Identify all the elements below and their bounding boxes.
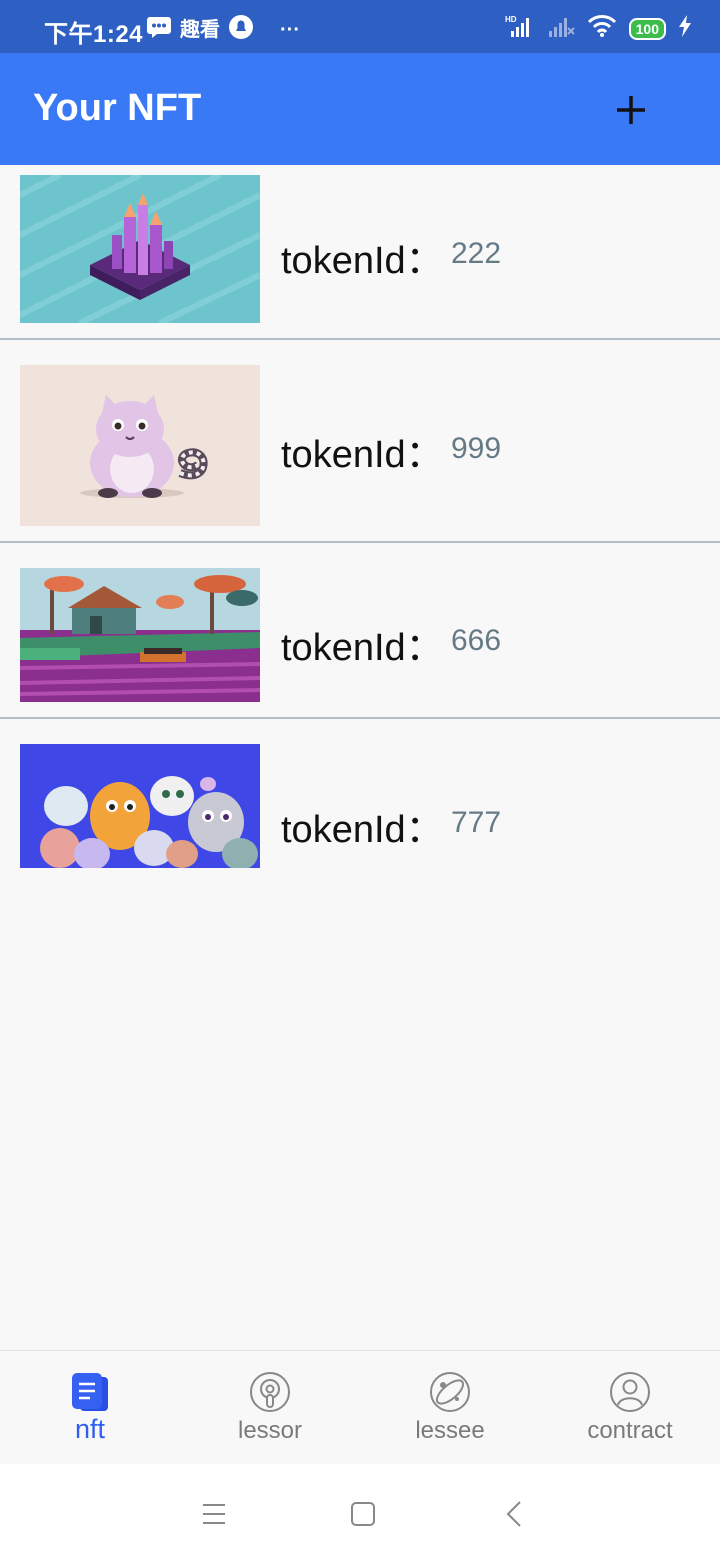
nav-tab-lessor[interactable]: lessor <box>180 1351 360 1465</box>
nav-label: lessee <box>415 1417 485 1444</box>
nft-image-voxel-landscape <box>20 568 260 702</box>
nav-tab-lessee[interactable]: lessee <box>360 1351 540 1465</box>
status-bar: 下午1:24 趣看 ··· HD 100 <box>0 0 720 53</box>
token-id-value: 999 <box>451 432 502 465</box>
nav-label: nft <box>74 1414 106 1444</box>
token-id-label: tokenId： <box>281 240 444 282</box>
nft-image-cryptokitties-group <box>20 744 260 868</box>
nav-label: lessor <box>237 1417 303 1444</box>
token-id-label: tokenId： <box>281 809 444 851</box>
nft-list: tokenId： 222 tokenId： 999 tokenId： 666 t… <box>0 165 720 879</box>
status-time: 下午1:24 <box>44 21 144 48</box>
token-id-value: 666 <box>451 624 502 657</box>
nav-tab-contract[interactable]: contract <box>540 1351 720 1465</box>
document-icon <box>72 1373 108 1411</box>
battery-indicator: 100 <box>628 17 666 40</box>
nft-image-purple-city <box>20 175 260 323</box>
plus-icon <box>617 96 645 124</box>
message-icon <box>146 15 172 44</box>
planet-icon <box>430 1372 470 1412</box>
signal-hd-icon: HD <box>505 14 535 43</box>
bottom-nav: nft lessor lessee contract <box>0 1350 720 1465</box>
signal-weak-icon <box>547 14 575 43</box>
user-icon <box>610 1372 650 1412</box>
token-id-value: 222 <box>451 237 502 270</box>
list-item[interactable]: tokenId： 999 <box>0 340 720 543</box>
charging-icon <box>678 15 692 42</box>
list-item[interactable]: tokenId： 777 <box>0 719 720 879</box>
token-id-label: tokenId： <box>281 627 444 669</box>
app-bar: Your NFT <box>0 53 720 165</box>
page-title: Your NFT <box>33 87 202 129</box>
svg-text:HD: HD <box>505 15 517 24</box>
wifi-icon <box>587 14 617 43</box>
token-id-value: 777 <box>451 806 502 839</box>
app-indicator: 趣看 <box>180 18 220 41</box>
more-indicator: ··· <box>280 18 300 41</box>
back-icon[interactable] <box>495 1494 535 1534</box>
system-nav-bar <box>0 1464 720 1560</box>
nav-tab-nft[interactable]: nft <box>0 1351 180 1465</box>
menu-icon[interactable] <box>194 1494 234 1534</box>
list-item[interactable]: tokenId： 222 <box>0 165 720 340</box>
nft-image-pink-cryptokitty <box>20 365 260 526</box>
nav-label: contract <box>587 1417 673 1444</box>
add-nft-button[interactable] <box>598 77 664 143</box>
notification-bell-icon <box>228 14 254 45</box>
home-icon[interactable] <box>343 1494 383 1534</box>
token-id-label: tokenId： <box>281 434 444 476</box>
list-item[interactable]: tokenId： 666 <box>0 543 720 719</box>
podcast-icon <box>250 1372 290 1412</box>
